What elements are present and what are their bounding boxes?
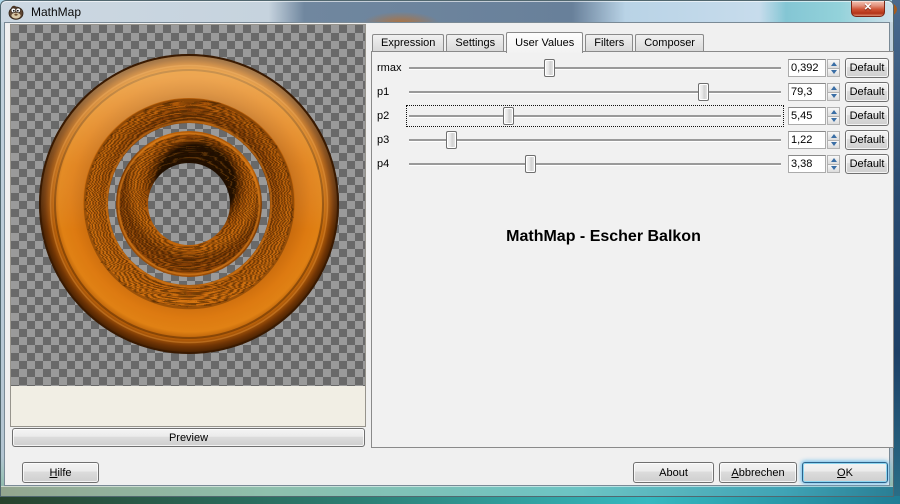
param-slider[interactable] <box>407 154 783 174</box>
filter-title-text: MathMap - Escher Balkon <box>372 228 835 246</box>
user-values-panel: rmax Default p1 <box>371 51 894 448</box>
user-value-row-rmax: rmax Default <box>377 56 889 80</box>
param-value-input[interactable] <box>788 83 826 101</box>
user-value-row-p2: p2 Default <box>377 104 889 128</box>
param-slider[interactable] <box>407 82 783 102</box>
spin-down-icon[interactable] <box>827 141 840 150</box>
spinner <box>827 59 840 77</box>
default-button[interactable]: Default <box>845 130 889 150</box>
default-button[interactable]: Default <box>845 106 889 126</box>
preview-image[interactable] <box>11 25 365 386</box>
cancel-button[interactable]: Abbrechen <box>719 462 797 483</box>
window-bottom-border <box>1 486 893 496</box>
spin-up-icon[interactable] <box>827 155 840 165</box>
ok-button[interactable]: OK <box>802 462 888 483</box>
default-button[interactable]: Default <box>845 58 889 78</box>
spin-up-icon[interactable] <box>827 107 840 117</box>
window-title: MathMap <box>31 5 81 19</box>
help-button[interactable]: Hilfe <box>22 462 99 483</box>
about-button[interactable]: About <box>633 462 714 483</box>
spinner <box>827 83 840 101</box>
title-bar[interactable]: MathMap ✕ <box>1 1 893 22</box>
spinner <box>827 155 840 173</box>
param-slider[interactable] <box>407 130 783 150</box>
slider-thumb[interactable] <box>698 83 709 101</box>
param-value-input[interactable] <box>788 59 826 77</box>
tab-user-values[interactable]: User Values <box>506 32 583 53</box>
desktop: MathMap ✕ <box>0 0 900 504</box>
param-label: p1 <box>377 86 407 98</box>
spin-up-icon[interactable] <box>827 131 840 141</box>
param-label: p3 <box>377 134 407 146</box>
dialog-client-area: Preview Expression Settings User Values … <box>4 22 890 486</box>
slider-thumb[interactable] <box>446 131 457 149</box>
preview-frame <box>10 24 366 427</box>
default-button[interactable]: Default <box>845 154 889 174</box>
user-value-row-p4: p4 Default <box>377 152 889 176</box>
slider-track <box>409 115 781 117</box>
spinner <box>827 131 840 149</box>
user-values-list: rmax Default p1 <box>372 52 893 176</box>
tab-expression[interactable]: Expression <box>372 34 444 52</box>
slider-track <box>409 91 781 93</box>
user-value-row-p3: p3 Default <box>377 128 889 152</box>
tab-bar: Expression Settings User Values Filters … <box>372 31 706 52</box>
spin-up-icon[interactable] <box>827 83 840 93</box>
gimp-wilber-icon <box>8 4 24 20</box>
param-label: p4 <box>377 158 407 170</box>
param-value-input[interactable] <box>788 131 826 149</box>
preview-button[interactable]: Preview <box>12 428 365 447</box>
slider-track <box>409 139 781 141</box>
spin-down-icon[interactable] <box>827 117 840 126</box>
spinner <box>827 107 840 125</box>
param-value-input[interactable] <box>788 155 826 173</box>
param-label: rmax <box>377 62 407 74</box>
desktop-wallpaper-bottom <box>0 496 900 504</box>
slider-thumb[interactable] <box>503 107 514 125</box>
user-value-row-p1: p1 Default <box>377 80 889 104</box>
spin-down-icon[interactable] <box>827 69 840 78</box>
param-slider[interactable] <box>407 106 783 126</box>
close-icon[interactable]: ✕ <box>851 1 885 17</box>
torus-render <box>11 25 365 386</box>
param-value-input[interactable] <box>788 107 826 125</box>
tab-composer[interactable]: Composer <box>635 34 704 52</box>
slider-thumb[interactable] <box>544 59 555 77</box>
tab-settings[interactable]: Settings <box>446 34 504 52</box>
tab-filters[interactable]: Filters <box>585 34 633 52</box>
slider-thumb[interactable] <box>525 155 536 173</box>
param-label: p2 <box>377 110 407 122</box>
spin-up-icon[interactable] <box>827 59 840 69</box>
slider-track <box>409 163 781 165</box>
mathmap-window: MathMap ✕ <box>0 0 894 497</box>
default-button[interactable]: Default <box>845 82 889 102</box>
spin-down-icon[interactable] <box>827 165 840 174</box>
slider-track <box>409 67 781 69</box>
spin-down-icon[interactable] <box>827 93 840 102</box>
param-slider[interactable] <box>407 58 783 78</box>
